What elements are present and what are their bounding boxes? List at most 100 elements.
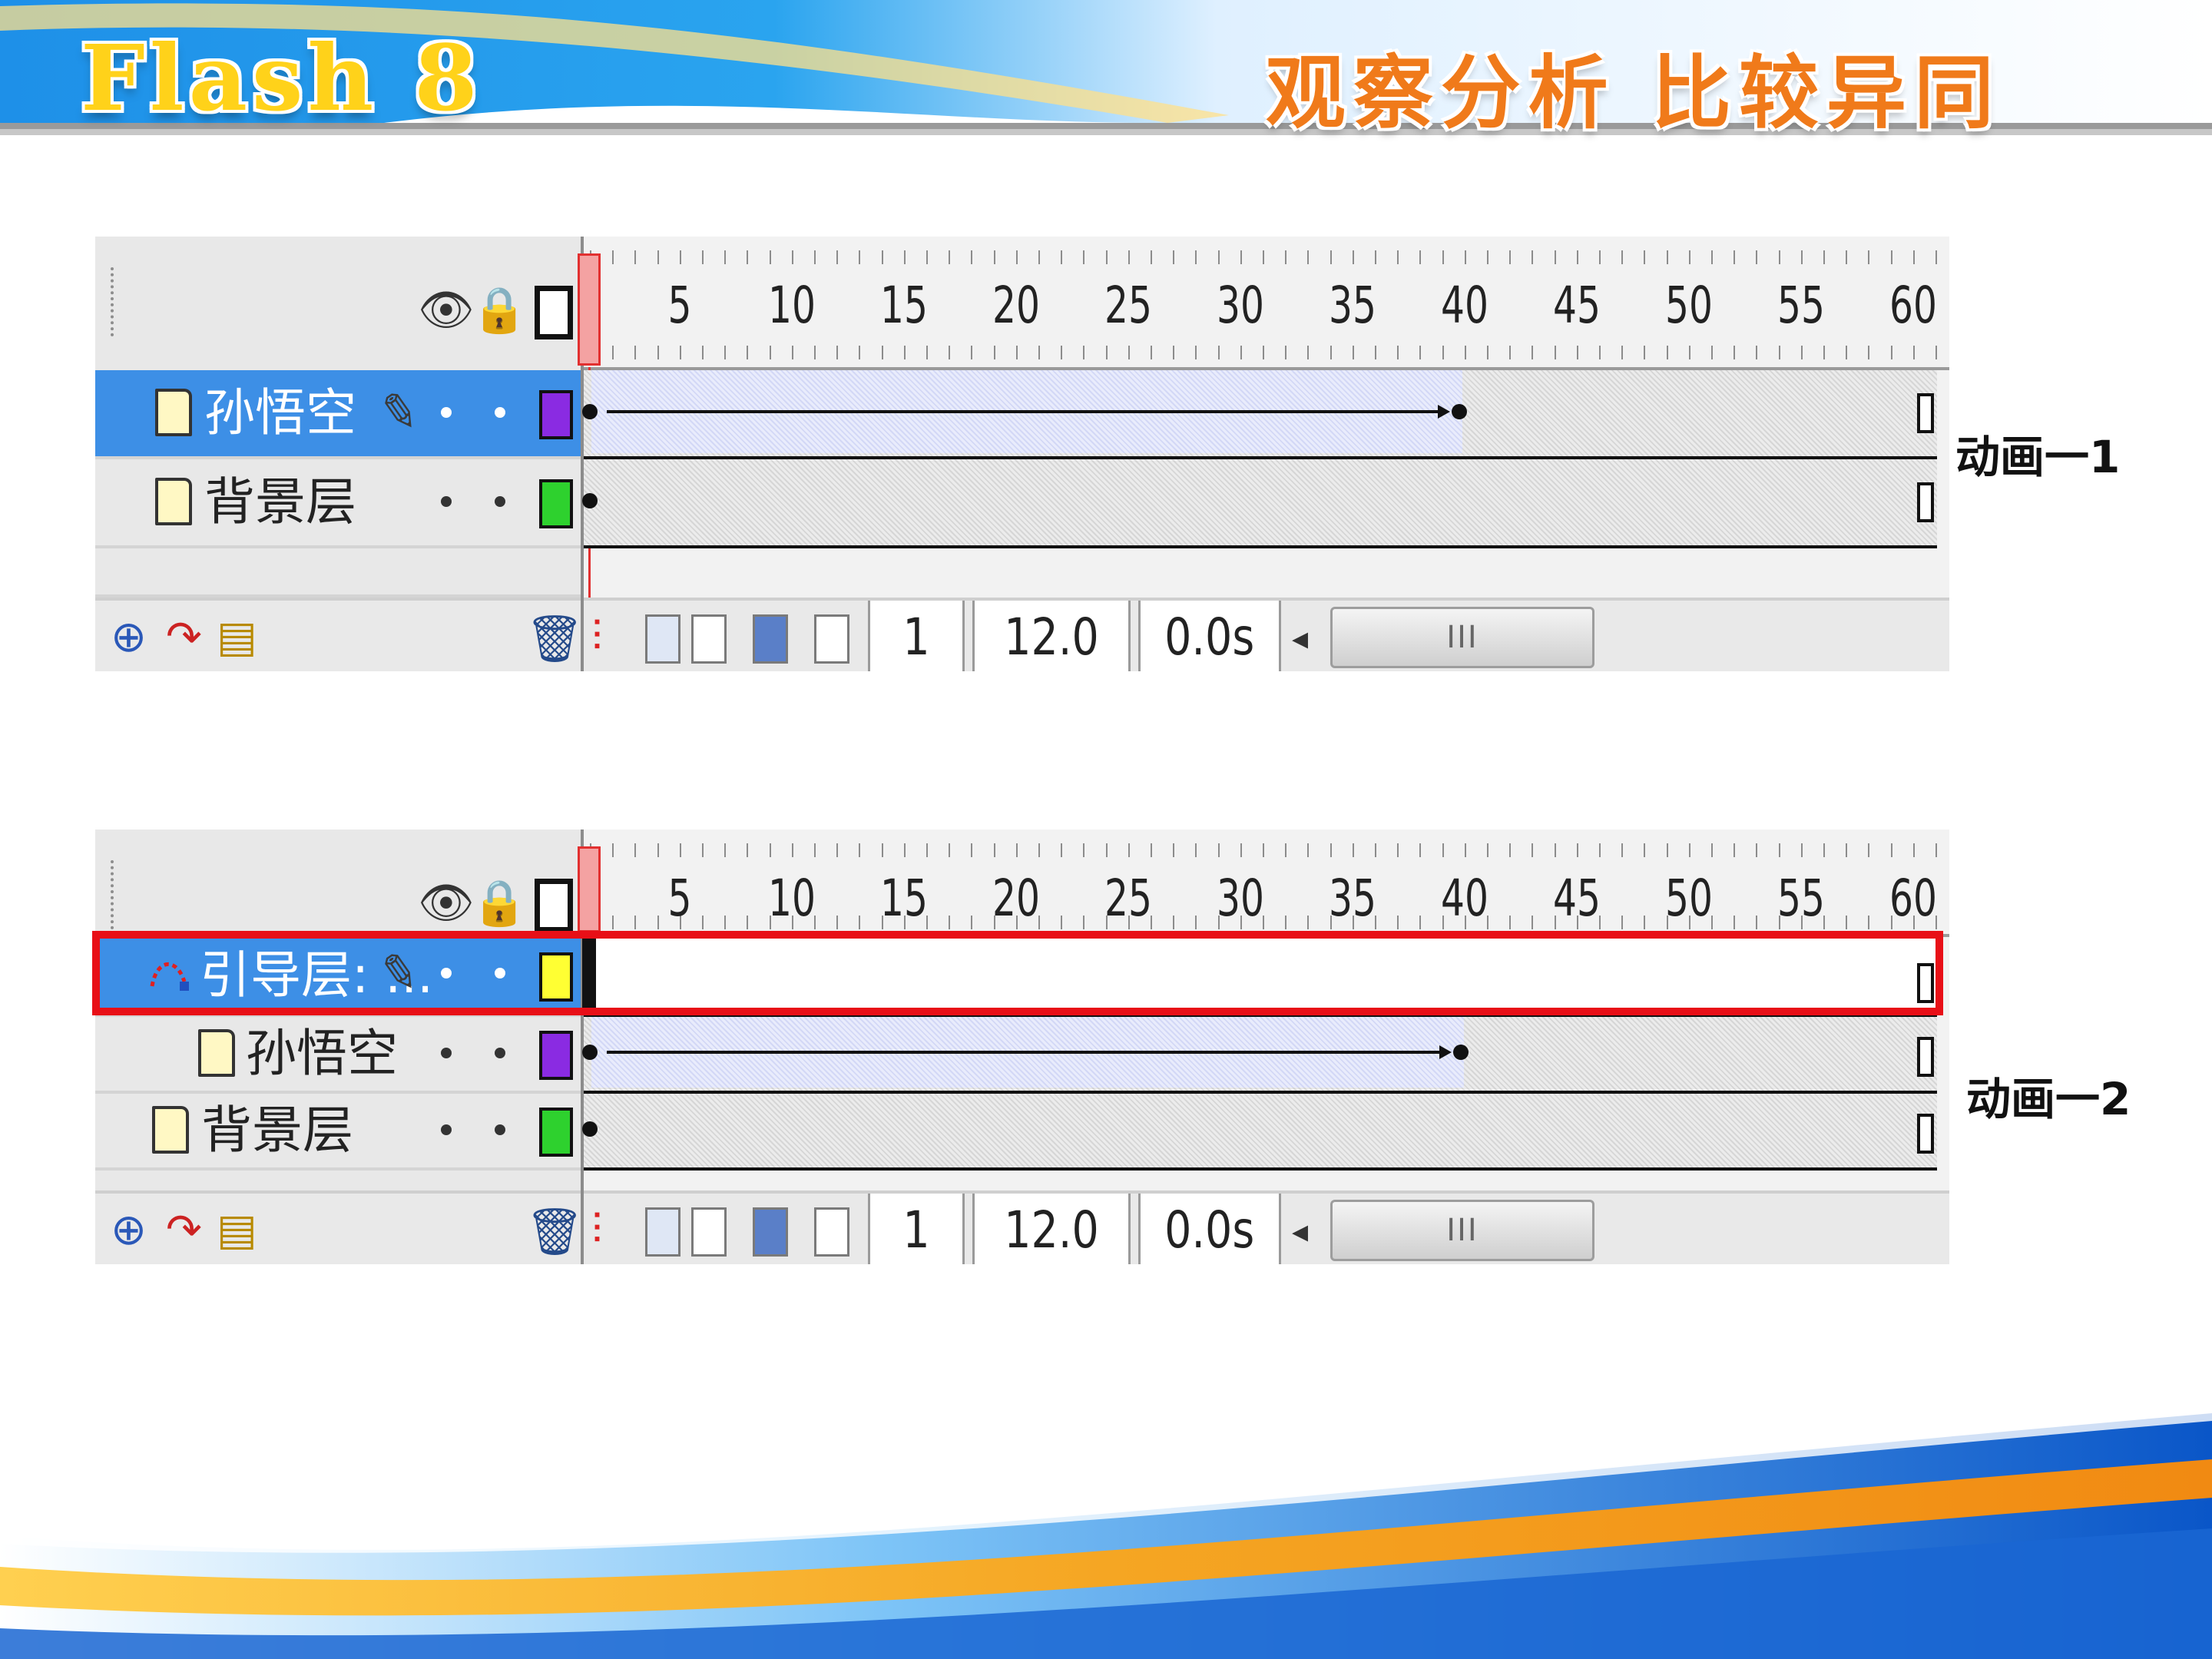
frame-ruler[interactable]: 151015202530354045505560 bbox=[578, 830, 1949, 937]
trash-icon[interactable]: 🗑 bbox=[525, 611, 584, 666]
insert-folder-icon[interactable]: ▤ bbox=[217, 614, 257, 661]
frame-row-sunwukong[interactable] bbox=[582, 1017, 1937, 1094]
lock-dot[interactable] bbox=[495, 1048, 505, 1058]
eye-icon[interactable]: 👁 bbox=[418, 876, 475, 929]
layer-row-sunwukong[interactable]: 孙悟空 bbox=[95, 1017, 581, 1094]
onion-skin-outline-icon[interactable] bbox=[691, 614, 727, 664]
outline-color-swatch[interactable] bbox=[539, 390, 573, 439]
ruler-tick bbox=[1532, 916, 1534, 929]
guide-layer-highlight bbox=[92, 931, 1943, 1015]
layer-row-background[interactable]: 背景层 bbox=[95, 459, 581, 548]
keyframe[interactable] bbox=[582, 1121, 598, 1137]
outline-icon[interactable] bbox=[535, 879, 573, 932]
keyframe[interactable] bbox=[582, 404, 598, 419]
ruler-tick bbox=[1532, 843, 1534, 857]
ruler-tick bbox=[1621, 916, 1624, 929]
insert-folder-icon[interactable]: ▤ bbox=[217, 1207, 257, 1253]
outline-color-swatch[interactable] bbox=[539, 479, 573, 528]
frame-row-background[interactable] bbox=[582, 459, 1937, 548]
ruler-tick bbox=[1061, 250, 1063, 264]
ruler-tick bbox=[836, 843, 839, 857]
ruler-tick bbox=[1711, 250, 1713, 264]
ruler-tick bbox=[1868, 916, 1870, 929]
frame-rate-field[interactable]: 12.0 fps bbox=[972, 601, 1131, 671]
horizontal-scrollbar-thumb[interactable]: III bbox=[1330, 1200, 1594, 1261]
outline-color-swatch[interactable] bbox=[539, 1031, 573, 1080]
ruler-tick bbox=[1509, 250, 1512, 264]
scroll-left-icon[interactable]: ◂ bbox=[1292, 619, 1308, 657]
onion-skin-outline-icon[interactable] bbox=[691, 1207, 727, 1257]
add-guide-layer-icon[interactable]: ↷ bbox=[166, 1207, 202, 1253]
layer-name: 孙悟空 bbox=[204, 383, 356, 442]
ruler-tick bbox=[1756, 916, 1758, 929]
ruler-tick bbox=[702, 346, 704, 359]
lock-icon[interactable]: 🔒 bbox=[472, 283, 527, 336]
ruler-tick bbox=[1038, 843, 1040, 857]
drag-grip-icon[interactable] bbox=[111, 860, 120, 929]
insert-layer-icon[interactable]: ⊕ bbox=[111, 614, 147, 661]
ruler-tick bbox=[993, 250, 995, 264]
horizontal-scrollbar-thumb[interactable]: III bbox=[1330, 607, 1594, 668]
ruler-tick bbox=[724, 346, 727, 359]
trash-icon[interactable]: 🗑 bbox=[525, 1204, 584, 1259]
modify-markers-icon[interactable] bbox=[814, 1207, 849, 1257]
onion-skin-icon[interactable] bbox=[645, 1207, 680, 1257]
frame-rate-field[interactable]: 12.0 fps bbox=[972, 1194, 1131, 1264]
keyframe[interactable] bbox=[582, 1045, 598, 1060]
keyframe[interactable] bbox=[1453, 1045, 1469, 1060]
frame-number-label: 60 bbox=[1889, 276, 1937, 335]
ruler-tick bbox=[1263, 250, 1264, 264]
eye-icon[interactable]: 👁 bbox=[418, 283, 475, 336]
ruler-tick bbox=[1038, 250, 1040, 264]
layer-row-sunwukong[interactable]: 孙悟空 ✎ bbox=[95, 370, 581, 459]
modify-markers-icon[interactable] bbox=[814, 614, 849, 664]
add-guide-layer-icon[interactable]: ↷ bbox=[166, 614, 202, 661]
visibility-dot[interactable] bbox=[441, 1124, 452, 1135]
frame-ruler[interactable]: 151015202530354045505560 bbox=[578, 237, 1949, 370]
layer-row-background[interactable]: 背景层 bbox=[95, 1094, 581, 1171]
lock-dot[interactable] bbox=[495, 407, 505, 418]
ruler-tick bbox=[1285, 346, 1287, 359]
ruler-tick bbox=[1464, 250, 1466, 264]
visibility-dot[interactable] bbox=[441, 407, 452, 418]
outline-color-swatch[interactable] bbox=[539, 1108, 573, 1157]
frame-row-background[interactable] bbox=[582, 1094, 1937, 1171]
keyframe[interactable] bbox=[582, 493, 598, 508]
ruler-tick bbox=[1240, 843, 1242, 857]
lock-icon[interactable]: 🔒 bbox=[472, 876, 527, 929]
outline-icon[interactable] bbox=[535, 286, 573, 339]
insert-layer-icon[interactable]: ⊕ bbox=[111, 1207, 147, 1253]
ruler-tick bbox=[747, 346, 749, 359]
layer-icon bbox=[152, 1106, 189, 1154]
edit-multiple-frames-icon[interactable] bbox=[753, 1207, 788, 1257]
ruler-tick bbox=[724, 916, 727, 929]
lock-dot[interactable] bbox=[495, 1124, 505, 1135]
edit-multiple-frames-icon[interactable] bbox=[753, 614, 788, 664]
ruler-tick bbox=[1240, 346, 1242, 359]
lock-dot[interactable] bbox=[495, 496, 505, 507]
drag-grip-icon[interactable] bbox=[111, 267, 120, 336]
frame-row-sunwukong[interactable] bbox=[582, 370, 1937, 459]
center-frame-icon[interactable]: ⫶ bbox=[591, 1207, 602, 1253]
visibility-dot[interactable] bbox=[441, 1048, 452, 1058]
ruler-tick bbox=[1419, 250, 1422, 264]
layer-icon bbox=[198, 1029, 235, 1077]
onion-skin-icon[interactable] bbox=[645, 614, 680, 664]
ruler-tick bbox=[1778, 250, 1780, 264]
ruler-tick bbox=[769, 843, 771, 857]
ruler-tick bbox=[1554, 250, 1556, 264]
visibility-dot[interactable] bbox=[441, 496, 452, 507]
ruler-tick bbox=[903, 250, 906, 264]
scroll-left-icon[interactable]: ◂ bbox=[1292, 1212, 1308, 1250]
end-frame-marker bbox=[1917, 1114, 1934, 1154]
keyframe[interactable] bbox=[1452, 404, 1467, 419]
playhead[interactable] bbox=[578, 253, 601, 366]
ruler-tick bbox=[1846, 250, 1848, 264]
ruler-tick bbox=[1195, 250, 1197, 264]
playhead[interactable] bbox=[578, 846, 601, 932]
animation-label-2: 动画一2 bbox=[1966, 1073, 2131, 1125]
center-frame-icon[interactable]: ⫶ bbox=[591, 614, 602, 661]
ruler-tick bbox=[1083, 843, 1085, 857]
ruler-tick bbox=[1083, 250, 1085, 264]
ruler-tick bbox=[1936, 346, 1937, 359]
